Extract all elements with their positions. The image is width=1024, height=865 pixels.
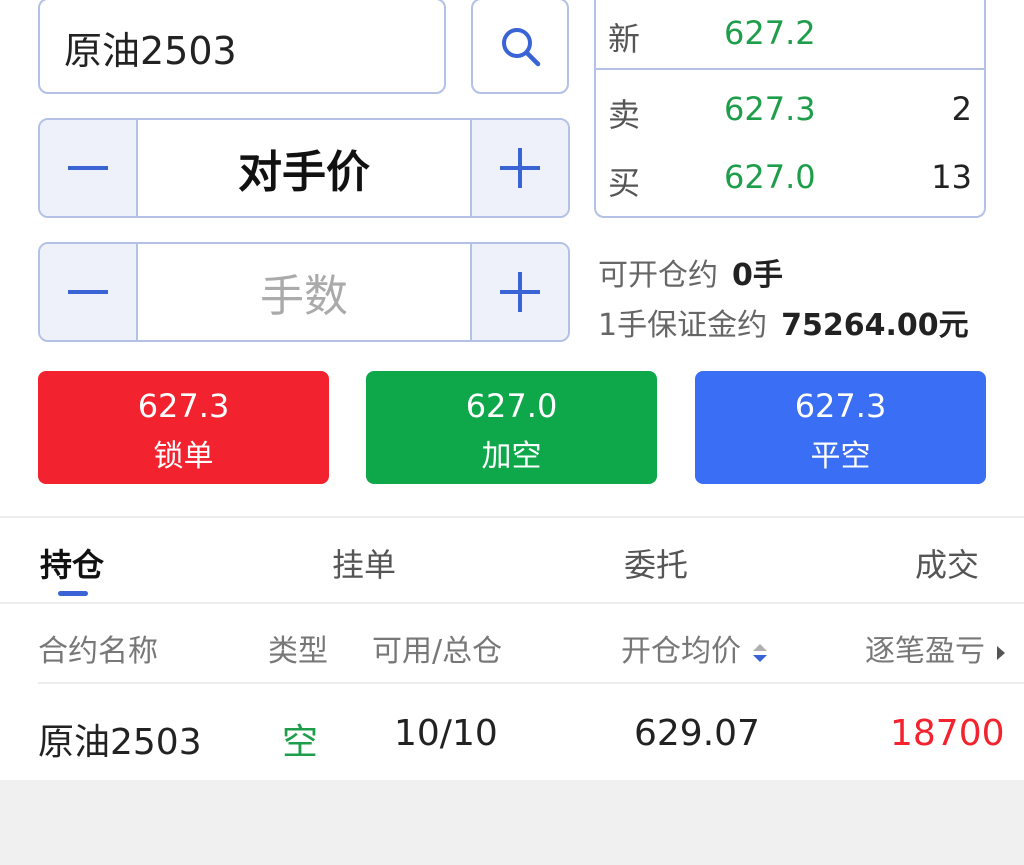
- lock-order-button[interactable]: 627.3 锁单: [38, 371, 329, 484]
- tab-positions[interactable]: 持仓: [40, 540, 104, 586]
- lock-order-label: 锁单: [153, 439, 214, 474]
- section-divider: [0, 516, 1024, 518]
- tabs-divider: [0, 602, 1024, 604]
- minus-icon: [68, 290, 108, 294]
- open-capacity-label: 可开仓约: [598, 258, 718, 293]
- plus-icon: [500, 272, 540, 312]
- symbol-input-value: 原油2503: [64, 29, 237, 73]
- last-price: 627.2: [724, 14, 816, 52]
- bid-label: 买: [608, 164, 641, 202]
- ask-label: 卖: [608, 96, 641, 134]
- header-row-divider: [38, 682, 1024, 684]
- close-short-price: 627.3: [794, 387, 887, 425]
- header-pnl-label: 逐笔盈亏: [865, 634, 985, 669]
- quantity-input[interactable]: 手数: [138, 244, 470, 340]
- active-tab-indicator: [58, 591, 88, 596]
- header-avg-open-price[interactable]: 开仓均价: [621, 626, 769, 670]
- header-pnl[interactable]: 逐笔盈亏: [865, 626, 1007, 670]
- tab-pending-orders[interactable]: 挂单: [332, 540, 396, 586]
- close-short-button[interactable]: 627.3 平空: [695, 371, 986, 484]
- quantity-increase-button[interactable]: [470, 244, 568, 340]
- header-contract-name: 合约名称: [38, 634, 158, 669]
- price-increase-button[interactable]: [470, 120, 568, 216]
- last-price-label: 新: [608, 20, 641, 58]
- add-short-price: 627.0: [465, 387, 558, 425]
- search-button[interactable]: [471, 0, 569, 94]
- caret-right-icon: [996, 645, 1005, 660]
- header-available-total: 可用/总仓: [372, 634, 503, 669]
- ask-price: 627.3: [724, 90, 816, 128]
- tab-trades[interactable]: 成交: [915, 540, 979, 586]
- sort-icon: [752, 643, 767, 662]
- cell-contract-name: 原油2503: [38, 722, 202, 763]
- symbol-input[interactable]: 原油2503: [38, 0, 446, 94]
- minus-icon: [68, 166, 108, 170]
- cell-avg-open-price: 629.07: [634, 713, 760, 754]
- header-type: 类型: [268, 634, 328, 669]
- tab-orders[interactable]: 委托: [624, 540, 688, 586]
- cell-pnl: 18700: [890, 713, 1005, 754]
- price-type-stepper: 对手价: [38, 118, 570, 218]
- add-short-label: 加空: [481, 439, 542, 474]
- trade-panel: 原油2503 对手价 手数 新 627.2 卖 627.3 2 买 627.0 …: [0, 0, 1024, 780]
- quantity-stepper: 手数: [38, 242, 570, 342]
- ask-qty: 2: [951, 90, 972, 128]
- quote-box: 新 627.2 卖 627.3 2 买 627.0 13: [594, 0, 986, 218]
- close-short-label: 平空: [810, 439, 871, 474]
- bid-price: 627.0: [724, 158, 816, 196]
- cell-type: 空: [282, 722, 319, 763]
- quote-divider: [596, 68, 984, 70]
- cell-available-total: 10/10: [394, 713, 498, 754]
- header-avg-open-price-label: 开仓均价: [621, 634, 741, 669]
- lock-order-price: 627.3: [137, 387, 230, 425]
- quantity-decrease-button[interactable]: [40, 244, 138, 340]
- plus-icon: [500, 148, 540, 188]
- margin-label: 1手保证金约: [598, 308, 768, 343]
- open-capacity-line: 可开仓约 0手: [598, 250, 783, 294]
- search-icon: [502, 28, 541, 67]
- price-type-value[interactable]: 对手价: [138, 120, 470, 216]
- price-decrease-button[interactable]: [40, 120, 138, 216]
- open-capacity-value: 0手: [732, 258, 783, 293]
- bid-qty: 13: [931, 158, 972, 196]
- margin-line: 1手保证金约 75264.00元: [598, 300, 969, 344]
- margin-value: 75264.00元: [781, 308, 969, 343]
- add-short-button[interactable]: 627.0 加空: [366, 371, 657, 484]
